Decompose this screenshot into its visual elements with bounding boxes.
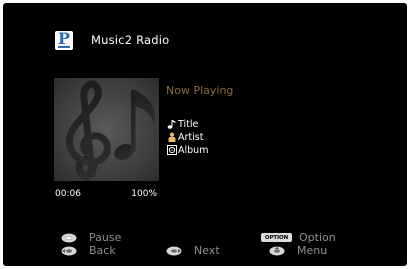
- album-icon: [166, 145, 177, 156]
- track-title-row: Title: [166, 118, 198, 130]
- menu-label: Menu: [297, 244, 328, 257]
- track-artist: Artist: [178, 131, 204, 143]
- music-notes-placeholder-icon: [54, 78, 159, 181]
- pandora-p-icon: P: [55, 31, 73, 50]
- album-art: [54, 78, 159, 181]
- playback-progress: 100%: [131, 189, 157, 199]
- back-label: Back: [89, 244, 116, 257]
- service-logo-letter: P: [57, 29, 71, 48]
- option-button-badge: OPTION: [261, 233, 292, 242]
- elapsed-time: 00:06: [55, 189, 81, 199]
- option-label: Option: [299, 231, 336, 244]
- up-cursor-icon: [269, 246, 285, 255]
- track-album-row: Album: [166, 144, 208, 156]
- back-control[interactable]: Back: [61, 244, 116, 257]
- next-label: Next: [194, 244, 220, 257]
- service-title: Music2 Radio: [91, 33, 170, 47]
- track-title: Title: [178, 118, 199, 130]
- pause-control[interactable]: Pause: [61, 231, 121, 244]
- now-playing-heading: Now Playing: [166, 84, 234, 97]
- next-control[interactable]: Next: [166, 244, 220, 257]
- option-control[interactable]: OPTION Option: [261, 231, 336, 244]
- left-cursor-icon: [61, 246, 77, 255]
- enter-button-icon: [61, 233, 77, 242]
- right-cursor-icon: [166, 246, 182, 255]
- track-artist-row: Artist: [166, 131, 203, 143]
- music-note-icon: [166, 119, 177, 130]
- screen: P Music2 Radio Now Playing Title Artist …: [3, 3, 407, 266]
- person-icon: [166, 132, 177, 143]
- track-album: Album: [178, 144, 209, 156]
- menu-control[interactable]: Menu: [269, 244, 327, 257]
- pause-label: Pause: [89, 231, 122, 244]
